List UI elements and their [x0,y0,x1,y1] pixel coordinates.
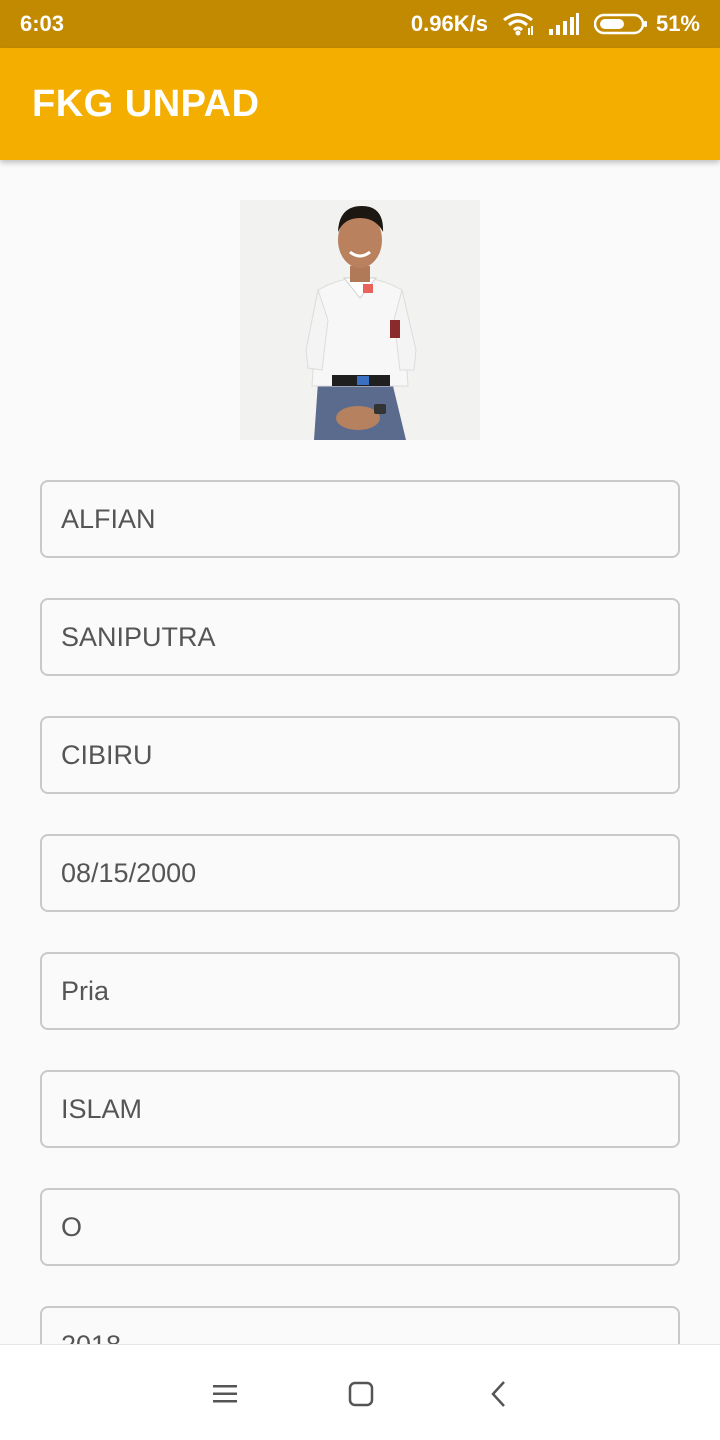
navigation-bar [0,1344,720,1440]
field-value: SANIPUTRA [61,621,216,652]
gender-field[interactable]: Pria [40,952,680,1030]
blood-type-field[interactable]: O [40,1188,680,1266]
religion-field[interactable]: ISLAM [40,1070,680,1148]
battery: 51% [593,11,700,37]
field-value: 08/15/2000 [61,857,197,888]
app-title: FKG UNPAD [32,82,260,125]
birthdate-field[interactable]: 08/15/2000 [40,834,680,912]
last-name-field[interactable]: SANIPUTRA [40,598,680,676]
back-icon[interactable] [484,1379,514,1409]
profile-photo [240,200,480,440]
network-speed: 0.96K/s [410,11,488,36]
field-value: ISLAM [61,1093,143,1124]
profile-content[interactable]: ALFIAN SANIPUTRA CIBIRU 08/15/2000 Pria … [0,160,720,1344]
battery-percent: 51% [655,11,700,36]
status-right: 0.96K/s 51% [411,11,700,37]
field-value: CIBIRU [61,739,153,770]
status-bar: 6:03 0.96K/s 51% [0,0,720,48]
birthplace-field[interactable]: CIBIRU [40,716,680,794]
field-value: O [61,1211,83,1242]
field-value: ALFIAN [61,503,156,534]
home-icon[interactable] [346,1379,376,1409]
field-value: 2018 [61,1330,121,1345]
student-portrait-icon [240,200,480,440]
year-field[interactable]: 2018 [40,1306,680,1344]
first-name-field[interactable]: ALFIAN [40,480,680,558]
menu-icon[interactable] [210,1379,240,1409]
field-value: Pria [61,975,110,1006]
signal-icon [548,13,580,35]
wifi-icon [502,12,534,36]
battery-icon [593,13,648,35]
app-bar: FKG UNPAD [0,48,720,160]
status-time: 6:03 [20,11,65,36]
